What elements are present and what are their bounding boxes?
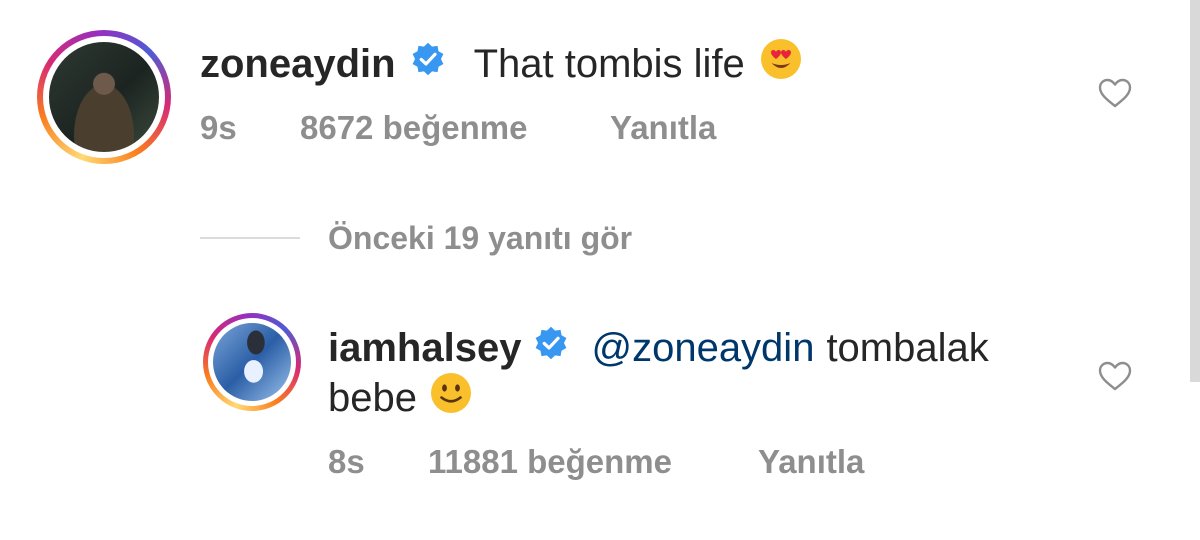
comment-time: 9s [200, 109, 237, 146]
avatar-iamhalsey[interactable] [203, 313, 301, 411]
slight-smile-emoji [429, 371, 473, 425]
reply-text-line1: tombalak [826, 325, 989, 370]
heart-eyes-emoji [759, 37, 803, 91]
reply-button[interactable]: Yanıtla [758, 443, 864, 481]
comments-view: zoneaydin That tombis life 😍 9s 8672 beğ… [0, 0, 1200, 540]
reply-meta: 8s 11881 beğenme Yanıtla [328, 442, 864, 482]
mention-link[interactable]: @zoneaydin [591, 326, 814, 371]
heart-outline-icon[interactable] [1098, 78, 1132, 108]
reply-text-line2: bebe [328, 375, 417, 420]
comment-text: That tombis life [473, 41, 745, 86]
verified-badge-icon [533, 325, 569, 371]
reply-button[interactable]: Yanıtla [610, 109, 716, 147]
avatar-image [213, 323, 291, 401]
avatar-image [49, 42, 159, 152]
reply-body-line1: iamhalsey @zoneaydin tombalak [328, 322, 989, 374]
reply-time: 8s [328, 443, 365, 480]
verified-badge-icon [410, 41, 446, 87]
reply-username[interactable]: iamhalsey [328, 326, 521, 371]
divider-line [200, 237, 300, 239]
scrollbar[interactable] [1190, 0, 1200, 382]
reply-likes[interactable]: 11881 beğenme [428, 443, 758, 481]
reply-body-line2: bebe 🙂 [328, 372, 473, 424]
heart-outline-icon[interactable] [1098, 361, 1132, 391]
comment-meta: 9s 8672 beğenme Yanıtla [200, 108, 716, 148]
avatar-zoneaydin[interactable] [37, 30, 171, 164]
comment-username[interactable]: zoneaydin [200, 42, 396, 87]
view-previous-replies-label[interactable]: Önceki 19 yanıtı gör [328, 220, 632, 257]
view-previous-replies[interactable]: Önceki 19 yanıtı gör [200, 216, 632, 260]
comment-likes[interactable]: 8672 beğenme [300, 109, 610, 147]
comment-body: zoneaydin That tombis life 😍 [200, 38, 803, 90]
